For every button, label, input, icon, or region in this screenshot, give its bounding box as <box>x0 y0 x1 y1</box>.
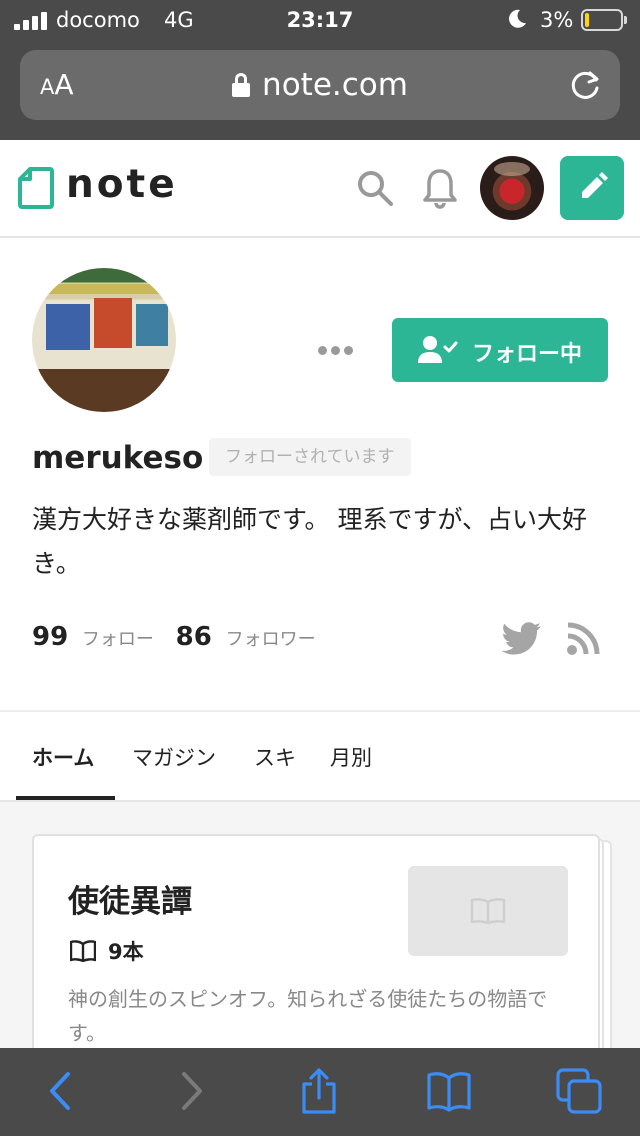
forward-icon <box>182 1072 202 1110</box>
followers-label[interactable]: フォロワー <box>226 629 316 650</box>
tabs-icon[interactable] <box>556 1068 602 1114</box>
magazine-card[interactable]: 使徒異譚 9本 神の創生のスピンオフ。知られざる使徒たちの物語です。 <box>32 834 600 1064</box>
book-icon <box>70 940 96 962</box>
following-button-label: フォロー中 <box>472 342 583 367</box>
site-header: note <box>0 140 640 238</box>
following-count[interactable]: 99 <box>32 622 68 652</box>
status-bar: docomo 4G 23:17 3% <box>0 0 640 42</box>
profile-username: merukeso <box>32 440 204 476</box>
bell-icon[interactable] <box>420 167 460 209</box>
magazine-description: 神の創生のスピンオフ。知られざる使徒たちの物語です。 <box>68 987 548 1045</box>
tab-monthly[interactable]: 月別 <box>330 742 372 772</box>
browser-chrome: docomo 4G 23:17 3% AA note.com <box>0 0 640 140</box>
reload-icon[interactable] <box>566 66 604 104</box>
profile-avatar <box>32 268 176 412</box>
twitter-icon[interactable] <box>502 622 542 656</box>
tab-home[interactable]: ホーム <box>32 742 94 772</box>
more-options-icon[interactable] <box>316 340 356 360</box>
url-text: note.com <box>262 67 408 103</box>
address-bar[interactable]: AA note.com <box>20 50 620 120</box>
browser-toolbar <box>0 1048 640 1136</box>
note-logo-icon <box>18 167 54 209</box>
battery-icon <box>581 9 627 31</box>
person-check-icon <box>418 336 458 363</box>
search-icon[interactable] <box>356 169 394 207</box>
magazine-title: 使徒異譚 <box>68 884 192 920</box>
moon-icon <box>509 9 526 28</box>
tab-magazine[interactable]: マガジン <box>132 742 216 772</box>
back-icon[interactable] <box>38 1068 84 1114</box>
magazine-thumbnail <box>408 866 568 956</box>
profile-bio: 漢方大好きな薬剤師です。 理系ですが、占い大好き。 <box>32 505 587 578</box>
magazine-note-count: 9本 <box>108 940 144 964</box>
url-display[interactable]: note.com <box>20 67 620 103</box>
following-button[interactable]: フォロー中 <box>392 318 608 382</box>
profile-stats: 99 フォロー 86 フォロワー <box>32 622 316 652</box>
pencil-icon <box>582 172 608 198</box>
logo-text: note <box>66 162 178 207</box>
tab-likes[interactable]: スキ <box>254 742 296 772</box>
rss-icon[interactable] <box>566 622 600 656</box>
user-avatar[interactable] <box>480 156 544 220</box>
post-button[interactable] <box>560 156 624 220</box>
battery-percent: 3% <box>540 8 574 32</box>
bookmarks-icon[interactable] <box>426 1068 472 1114</box>
book-placeholder-icon <box>470 898 506 924</box>
following-label[interactable]: フォロー <box>82 629 154 650</box>
lock-icon <box>232 73 251 97</box>
share-icon[interactable] <box>296 1068 342 1114</box>
profile-tabs: ホーム マガジン スキ 月別 <box>0 712 640 800</box>
follows-you-badge: フォローされています <box>209 438 411 476</box>
followers-count[interactable]: 86 <box>176 622 212 652</box>
